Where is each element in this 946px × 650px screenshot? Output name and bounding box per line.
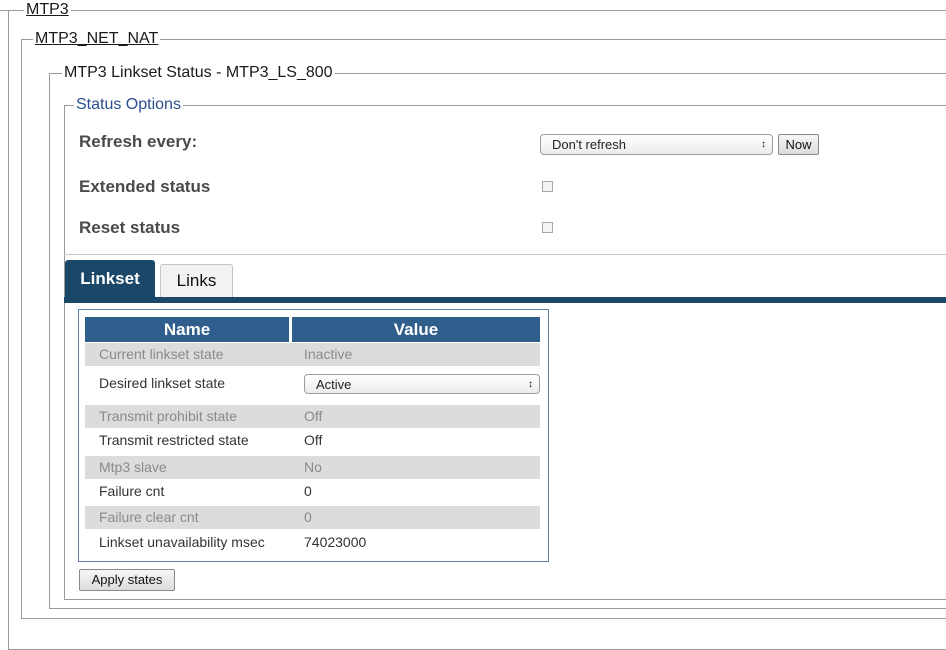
apply-states-button[interactable]: Apply states xyxy=(79,569,175,591)
table-row: Failure cnt 0 xyxy=(85,480,540,503)
cell-name: Linkset unavailability msec xyxy=(99,534,265,550)
extended-status-checkbox[interactable] xyxy=(542,181,553,192)
refresh-label: Refresh every: xyxy=(79,132,198,151)
table-row: Transmit restricted state Off xyxy=(85,429,540,452)
table-row: Mtp3 slave No xyxy=(85,456,540,479)
cell-value: 0 xyxy=(304,509,312,525)
column-header-value: Value xyxy=(292,317,540,342)
extended-status-label: Extended status xyxy=(79,177,211,196)
cell-name: Desired linkset state xyxy=(99,375,226,391)
cell-value: Off xyxy=(304,432,323,448)
table-row: Current linkset state Inactive xyxy=(85,343,540,366)
reset-status-checkbox[interactable] xyxy=(542,222,553,233)
desired-linkset-state-select[interactable]: Active ↕ xyxy=(304,374,540,394)
frame-corner xyxy=(0,10,8,11)
cell-name: Mtp3 slave xyxy=(99,459,167,475)
column-header-name: Name xyxy=(85,317,289,342)
cell-name: Transmit prohibit state xyxy=(99,408,237,424)
linkset-status-legend: MTP3 Linkset Status - MTP3_LS_800 xyxy=(62,64,335,82)
select-arrows-icon: ↕ xyxy=(761,139,766,150)
cell-value: 74023000 xyxy=(304,534,367,550)
refresh-now-button[interactable]: Now xyxy=(778,134,819,155)
refresh-select-value: Don't refresh xyxy=(552,137,627,152)
status-options-legend: Status Options xyxy=(74,96,183,114)
cell-value: No xyxy=(304,459,322,475)
table-row: Linkset unavailability msec 74023000 xyxy=(85,531,540,554)
cell-value: Off xyxy=(304,408,323,424)
tab-bar-underline xyxy=(64,297,946,303)
cell-value: 0 xyxy=(304,483,312,499)
tab-linkset[interactable]: Linkset xyxy=(65,260,155,298)
refresh-select[interactable]: Don't refresh ↕ xyxy=(540,134,773,155)
cell-value: Inactive xyxy=(304,346,353,362)
table-row: Desired linkset state Active ↕ xyxy=(85,372,540,395)
options-divider xyxy=(64,254,946,255)
cell-name: Failure clear cnt xyxy=(99,509,199,525)
reset-status-label: Reset status xyxy=(79,218,181,237)
cell-name: Transmit restricted state xyxy=(99,432,249,448)
cell-name: Current linkset state xyxy=(99,346,224,362)
tab-links[interactable]: Links xyxy=(160,264,233,297)
select-arrows-icon: ↕ xyxy=(528,379,533,390)
mtp3-net-legend-link[interactable]: MTP3_NET_NAT xyxy=(33,30,161,48)
table-row: Failure clear cnt 0 xyxy=(85,506,540,529)
linkset-table: Name Value Current linkset state Inactiv… xyxy=(78,309,549,562)
cell-name: Failure cnt xyxy=(99,483,165,499)
table-row: Transmit prohibit state Off xyxy=(85,405,540,428)
mtp3-legend-link[interactable]: MTP3 xyxy=(24,1,71,19)
desired-state-value: Active xyxy=(316,377,352,392)
